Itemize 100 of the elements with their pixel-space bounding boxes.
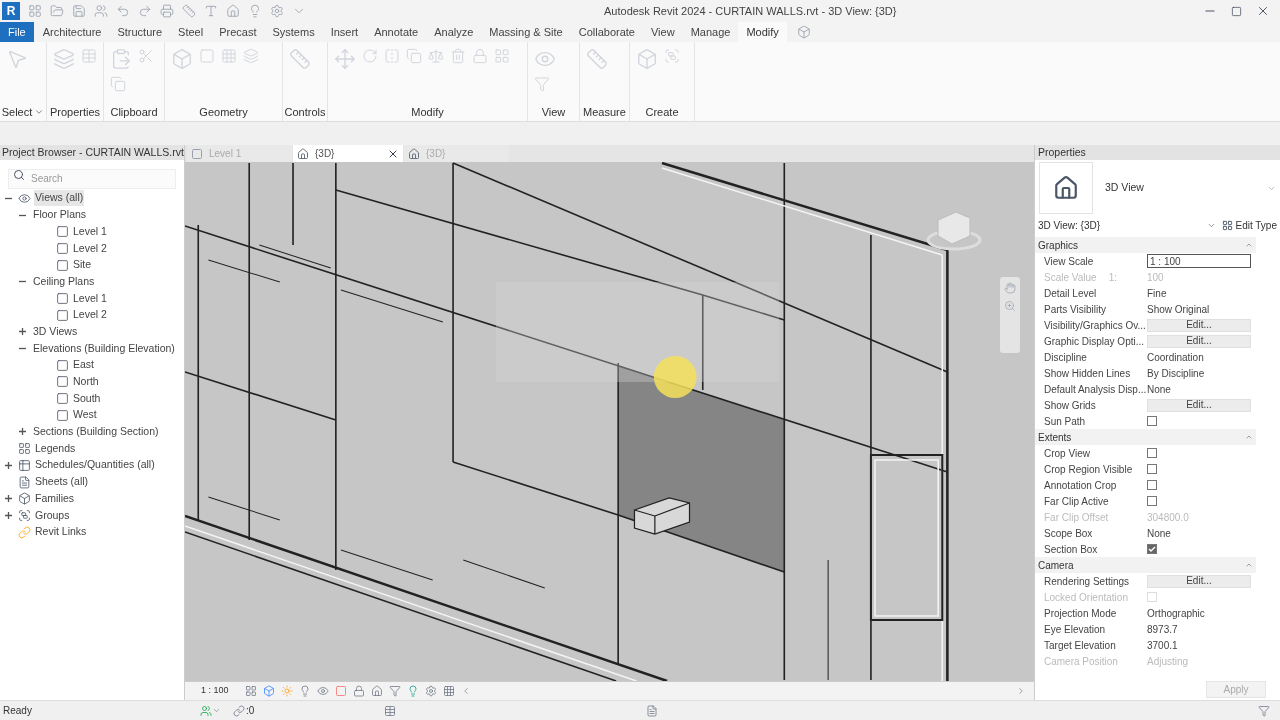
property-label: Crop View [1044,446,1090,461]
ribbon-tab[interactable]: Modify [738,22,787,42]
measure-icon[interactable] [182,4,196,18]
lock-view-icon[interactable] [352,685,365,697]
maximize-icon[interactable] [1231,5,1242,17]
property-value: Coordination [1147,350,1204,365]
undo-icon[interactable] [116,4,130,18]
checkbox[interactable] [1147,448,1157,458]
checkbox[interactable] [1147,496,1157,506]
ribbon-tab[interactable]: Manage [682,22,739,42]
edit-button[interactable]: Edit... [1147,318,1251,332]
checkbox[interactable] [1147,416,1157,426]
property-label: Visibility/Graphics Ov... [1044,318,1146,333]
ribbon-tab[interactable]: Insert [322,22,367,42]
caret-icon[interactable] [34,107,45,117]
ribbon-tab[interactable]: Massing & Site [481,22,571,42]
app-logo[interactable]: R [2,2,20,20]
tree-item[interactable]: Level 1 [72,223,108,240]
group-header: Graphics [1038,238,1078,253]
ribbon-tab[interactable]: Analyze [426,22,482,42]
expand-icon[interactable] [18,327,27,337]
view-icon [191,147,203,160]
panel-label: Modify [411,104,444,120]
tree-item[interactable]: North [72,374,100,390]
copy-icon[interactable] [110,76,126,92]
ribbon-tab[interactable]: File [0,22,34,42]
property-value: 3700.1 [1147,638,1178,653]
navigation-bar[interactable] [1000,277,1020,353]
view-icon [56,408,69,422]
tree-item[interactable]: Sections (Building Section) [32,424,160,440]
property-label: Scope Box [1044,526,1093,541]
tree-item[interactable]: Floor Plans [32,207,88,223]
checkbox[interactable] [1147,480,1157,490]
edit-button[interactable]: Edit... [1147,334,1251,348]
type-name[interactable]: 3D View [1105,180,1144,196]
document-tab[interactable]: {3D} [293,145,403,162]
caret-icon[interactable] [212,706,221,715]
sun-path-icon[interactable] [280,685,293,697]
view-scale[interactable]: 1 : 100 [185,684,245,698]
ribbon-tab[interactable]: View [643,22,683,42]
panel-header: Project Browser - CURTAIN WALLS.rvt [0,145,184,160]
property-label: Show Grids [1044,398,1096,413]
text-icon[interactable] [204,4,218,18]
redo-icon[interactable] [138,4,152,18]
panel-label: Controls [284,104,326,120]
property-value: Fine [1147,286,1167,301]
property-field[interactable]: 1 : 100 [1147,254,1251,268]
instance-selector[interactable]: 3D View: {3D} [1038,217,1101,233]
tree-item[interactable]: Legends [34,440,77,457]
expand-icon[interactable] [4,494,13,504]
tree-item[interactable]: East [72,357,95,374]
ribbon-tab[interactable]: Structure [109,22,171,42]
rotate-icon[interactable] [362,48,378,64]
tree-item[interactable]: Site [72,257,93,273]
tree-item[interactable]: Level 2 [72,240,108,257]
scroll-right-icon[interactable] [1016,686,1026,696]
property-label: 1: [1108,270,1117,285]
tree-item[interactable]: Sheets (all) [34,474,90,490]
open-icon[interactable] [50,4,64,18]
delete-icon[interactable] [450,48,466,64]
tree-item[interactable]: Elevations (Building Elevation) [32,340,176,357]
tree-item[interactable]: Level 2 [72,307,108,324]
ribbon-tab[interactable]: Systems [264,22,323,42]
tree-item[interactable]: Views (all) [34,190,85,207]
ribbon-tab[interactable]: Collaborate [570,22,643,42]
checkbox[interactable] [1147,464,1157,474]
expand-icon[interactable] [18,427,27,437]
close-icon[interactable] [1256,4,1270,18]
tree-item[interactable]: West [72,407,98,424]
cut-icon[interactable] [138,48,154,64]
tree-item[interactable]: Schedules/Quantities (all) [34,457,156,474]
ribbon-tab[interactable]: Architecture [34,22,110,42]
panel-label: View [541,104,566,120]
edit-type-button[interactable]: Edit Type [1222,217,1277,233]
edit-button[interactable]: Edit... [1147,574,1251,588]
expand-icon[interactable] [4,460,13,470]
tree-item[interactable]: Groups [34,507,71,524]
expand-icon[interactable] [4,510,13,520]
zoom-icon[interactable] [1004,300,1016,312]
search-field[interactable]: Search [8,168,176,189]
panel-label: Geometry [199,104,248,120]
save-icon[interactable] [72,4,86,18]
checkbox[interactable] [1147,544,1157,554]
tree-item[interactable]: Ceiling Plans [32,273,96,290]
tree-item[interactable]: South [72,390,102,407]
print-icon[interactable] [160,4,174,18]
move-icon[interactable] [334,48,356,70]
tree-item[interactable]: Level 1 [72,290,108,307]
ribbon-tab[interactable]: Steel [170,22,212,42]
ribbon-tab[interactable]: Annotate [366,22,427,42]
property-value: 100 [1147,270,1164,285]
paste-icon[interactable] [110,48,132,70]
tree-item[interactable]: 3D Views [32,323,79,340]
view-icon [56,375,69,389]
edit-button[interactable]: Edit... [1147,398,1251,412]
ribbon-tab[interactable]: Precast [211,22,265,42]
pointer-icon[interactable] [6,48,28,70]
tree-item[interactable]: Revit Links [34,524,88,540]
tree-item[interactable]: Families [34,490,76,507]
measure-icon[interactable] [586,48,608,70]
